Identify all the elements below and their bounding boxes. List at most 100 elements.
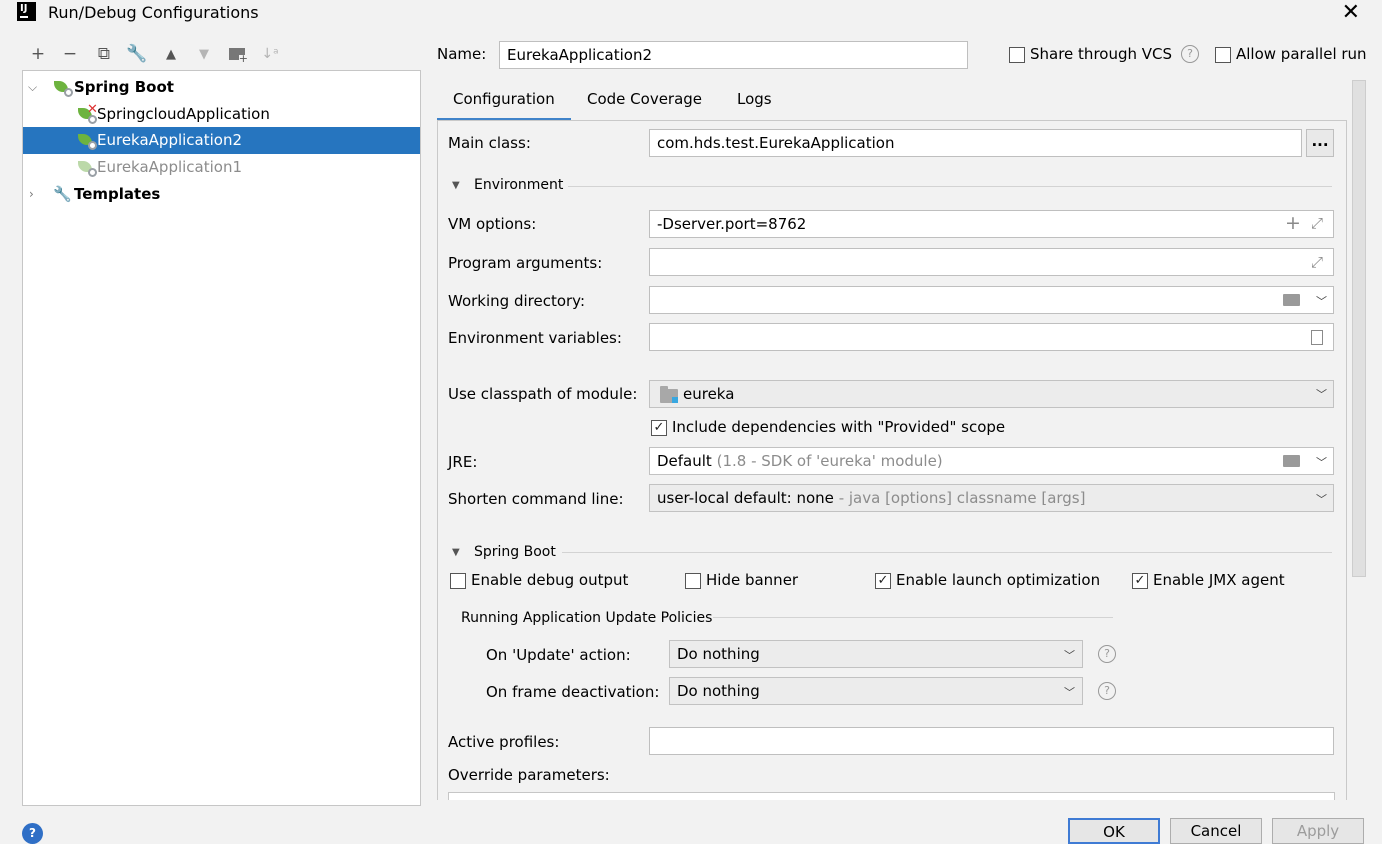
active-profiles-input[interactable] [649,727,1334,755]
chevron-down-icon[interactable]: ﹀ [1316,491,1327,507]
working-dir-label: Working directory: [448,292,586,310]
tree-node-label: EurekaApplication2 [97,131,243,149]
ok-button[interactable]: OK [1068,818,1160,844]
divider [562,552,1332,553]
update-action-label: On 'Update' action: [486,646,631,664]
jre-select[interactable]: Default (1.8 - SDK of 'eureka' module) [649,447,1334,475]
update-action-select[interactable]: Do nothing [669,640,1083,668]
sort-icon[interactable]: ↓ᵃ [259,42,281,66]
tree-node-spring-boot[interactable]: ⌵ Spring Boot [23,74,420,101]
active-profiles-label: Active profiles: [448,733,560,751]
shorten-hint: - java [options] classname [args] [838,489,1086,507]
name-input[interactable] [499,41,968,69]
tab-label: Logs [737,90,772,108]
spring-boot-header: Spring Boot [474,544,556,560]
help-icon[interactable]: ? [1098,682,1116,700]
folder-icon[interactable] [1283,455,1300,467]
chevron-down-icon[interactable]: ﹀ [1316,454,1327,470]
frame-deactivation-select[interactable]: Do nothing [669,677,1083,705]
move-down-icon[interactable]: ▼ [193,42,215,66]
remove-icon[interactable]: − [59,42,81,66]
chevron-down-icon[interactable]: ⌵ [28,74,37,100]
frame-deactivation-value: Do nothing [677,682,760,700]
include-deps-checkbox[interactable]: ✓ [651,420,667,436]
jmx-agent-checkbox[interactable]: ✓ [1132,573,1148,589]
chevron-down-icon[interactable]: ﹀ [1316,386,1327,402]
env-vars-input[interactable] [649,323,1334,351]
folder-add-icon[interactable]: + [226,42,248,66]
tab-code-coverage[interactable]: Code Coverage [571,87,718,121]
override-params-table[interactable] [448,792,1335,800]
policies-header: Running Application Update Policies [461,610,713,626]
working-dir-input[interactable] [649,286,1334,314]
tree-node-label: Spring Boot [74,78,174,96]
debug-output-checkbox[interactable] [450,573,466,589]
help-icon[interactable]: ? [1098,645,1116,663]
apply-button[interactable]: Apply [1272,818,1364,844]
expand-icon[interactable]: ⤢ [1311,214,1323,232]
module-folder-icon [660,386,678,403]
main-class-label: Main class: [448,134,531,152]
window-title: Run/Debug Configurations [48,3,259,22]
vm-options-input[interactable] [649,210,1334,238]
allow-parallel-checkbox[interactable] [1215,47,1231,63]
help-icon[interactable]: ? [1181,45,1199,63]
tab-configuration[interactable]: Configuration [437,87,571,121]
override-params-label: Override parameters: [448,766,610,784]
chevron-right-icon[interactable]: › [29,181,34,207]
launch-optimization-checkbox[interactable]: ✓ [875,573,891,589]
update-action-value: Do nothing [677,645,760,663]
module-value: eureka [683,385,735,403]
hide-banner-checkbox[interactable] [685,573,701,589]
collapse-icon[interactable]: ▼ [452,547,460,558]
tree-node-eureka1[interactable]: EurekaApplication1 [23,154,420,181]
tree-node-label: EurekaApplication1 [97,158,243,176]
add-icon[interactable]: + [1285,212,1301,234]
tree-node-eureka2[interactable]: EurekaApplication2 [23,127,420,154]
launch-optimization-label: Enable launch optimization [896,571,1101,589]
collapse-icon[interactable]: ▼ [452,180,460,191]
tab-label: Configuration [453,90,555,108]
share-vcs-checkbox[interactable] [1009,47,1025,63]
program-args-input[interactable] [649,248,1334,276]
module-select[interactable]: eureka [649,380,1334,408]
move-up-icon[interactable]: ▲ [160,42,182,66]
wrench-icon[interactable]: 🔧 [126,42,148,66]
wrench-icon: 🔧 [53,185,72,203]
folder-icon[interactable] [1283,294,1300,306]
jre-value: Default [657,452,712,470]
shorten-select[interactable]: user-local default: none - java [options… [649,484,1334,512]
help-icon[interactable]: ? [22,823,43,844]
divider [568,186,1332,187]
tab-logs[interactable]: Logs [721,87,788,121]
scrollbar-thumb[interactable] [1352,80,1366,577]
tree-node-label: SpringcloudApplication [97,105,270,123]
main-class-input[interactable] [649,129,1302,157]
jre-hint: (1.8 - SDK of 'eureka' module) [716,452,943,470]
name-label: Name: [437,45,487,63]
spring-boot-icon [54,81,73,97]
configuration-tree[interactable]: ⌵ Spring Boot ✕ SpringcloudApplication E… [22,70,421,806]
expand-icon[interactable]: ⤢ [1311,253,1323,271]
tree-node-label: Templates [74,185,161,203]
vm-options-label: VM options: [448,215,537,233]
copy-icon[interactable]: ⧉ [93,42,115,66]
tree-node-templates[interactable]: › 🔧 Templates [23,181,420,208]
debug-output-label: Enable debug output [471,571,629,589]
shorten-value: user-local default: none [657,489,834,507]
spring-boot-icon [78,134,97,150]
edit-list-icon[interactable] [1311,330,1323,345]
module-label: Use classpath of module: [448,385,638,403]
close-icon[interactable]: ✕ [1342,0,1360,25]
cancel-button[interactable]: Cancel [1170,818,1262,844]
add-icon[interactable]: + [27,42,49,66]
environment-header: Environment [474,177,564,193]
chevron-down-icon[interactable]: ﹀ [1064,647,1075,663]
tab-label: Code Coverage [587,90,703,108]
tree-node-springcloud[interactable]: ✕ SpringcloudApplication [23,101,420,128]
frame-deactivation-label: On frame deactivation: [486,683,660,701]
jmx-agent-label: Enable JMX agent [1153,571,1285,589]
browse-button[interactable]: ... [1306,129,1334,157]
chevron-down-icon[interactable]: ﹀ [1316,293,1327,309]
chevron-down-icon[interactable]: ﹀ [1064,684,1075,700]
